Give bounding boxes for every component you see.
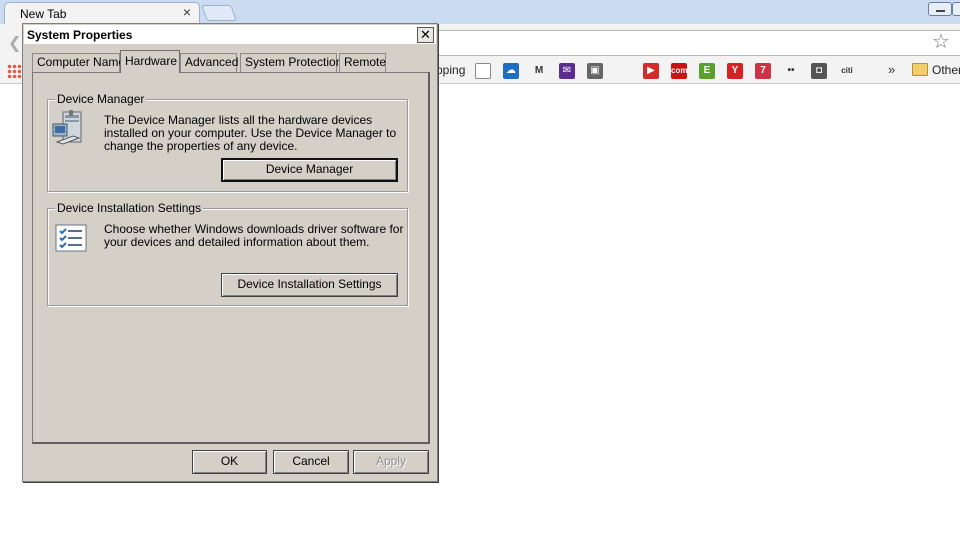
tab-hardware[interactable]: Hardware <box>120 50 180 73</box>
yelp-bookmark-icon[interactable]: Y <box>727 63 743 79</box>
device-installation-description: Choose whether Windows downloads driver … <box>104 222 404 249</box>
tab-system-protection[interactable]: System Protection <box>240 53 342 72</box>
maximize-window-button[interactable] <box>952 2 960 16</box>
device-manager-group-label: Device Manager <box>55 92 147 106</box>
other-bookmarks-folder[interactable]: Other <box>932 63 960 77</box>
device-installation-group-label: Device Installation Settings <box>55 201 204 215</box>
new-tab-button[interactable] <box>201 5 237 21</box>
address-bar[interactable] <box>436 30 960 56</box>
dialog-title: System Properties <box>27 28 133 42</box>
news-bookmark-icon[interactable]: 7 <box>755 63 771 79</box>
tab-remote[interactable]: Remote <box>339 53 386 72</box>
close-icon: ✕ <box>420 27 431 42</box>
checklist-icon <box>55 224 87 252</box>
back-arrow-icon[interactable]: ❮ <box>8 33 21 53</box>
cancel-button[interactable]: Cancel <box>273 450 349 474</box>
apple-bookmark-icon[interactable] <box>615 63 631 79</box>
tab-advanced[interactable]: Advanced <box>180 53 238 72</box>
star-bookmark-icon[interactable]: ☆ <box>932 31 950 53</box>
cloud-bookmark-icon[interactable]: ☁ <box>503 63 519 79</box>
dialog-close-button[interactable]: ✕ <box>417 27 434 43</box>
browser-tab-title: New Tab <box>20 7 67 21</box>
yahoo-mail-bookmark-icon[interactable]: ✉ <box>559 63 575 79</box>
evernote-bookmark-icon[interactable]: E <box>699 63 715 79</box>
camera-bookmark-icon[interactable]: ◘ <box>811 63 827 79</box>
device-manager-button[interactable]: Device Manager <box>221 158 398 182</box>
apply-button[interactable]: Apply <box>353 450 429 474</box>
system-properties-dialog: System Properties ✕ Computer Name Hardwa… <box>22 23 438 482</box>
cnn-bookmark-icon[interactable]: com <box>671 63 687 79</box>
tab-computer-name[interactable]: Computer Name <box>32 53 125 72</box>
more-bookmarks-button[interactable]: » <box>888 62 895 77</box>
ok-button[interactable]: OK <box>192 450 267 474</box>
bookmark-shopping[interactable]: pping <box>436 63 465 77</box>
device-manager-icon <box>52 110 82 145</box>
gmail-bookmark-icon[interactable]: M <box>531 63 547 79</box>
dialog-titlebar[interactable]: System Properties ✕ <box>24 25 436 45</box>
device-manager-description: The Device Manager lists all the hardwar… <box>104 113 397 153</box>
device-installation-settings-button[interactable]: Device Installation Settings <box>221 273 398 297</box>
close-tab-icon[interactable]: × <box>183 4 191 20</box>
browser-tab[interactable]: New Tab × <box>4 2 200 24</box>
contacts-bookmark-icon[interactable]: ▣ <box>587 63 603 79</box>
youtube-bookmark-icon[interactable]: ▶ <box>643 63 659 79</box>
folder-icon <box>912 63 928 76</box>
apps-grid-icon[interactable] <box>7 64 21 78</box>
citi-bookmark-icon[interactable]: citi <box>839 63 855 79</box>
flickr-bookmark-icon[interactable]: •• <box>783 63 799 79</box>
minimize-window-button[interactable] <box>928 2 952 16</box>
doc-bookmark-icon[interactable] <box>475 63 491 79</box>
